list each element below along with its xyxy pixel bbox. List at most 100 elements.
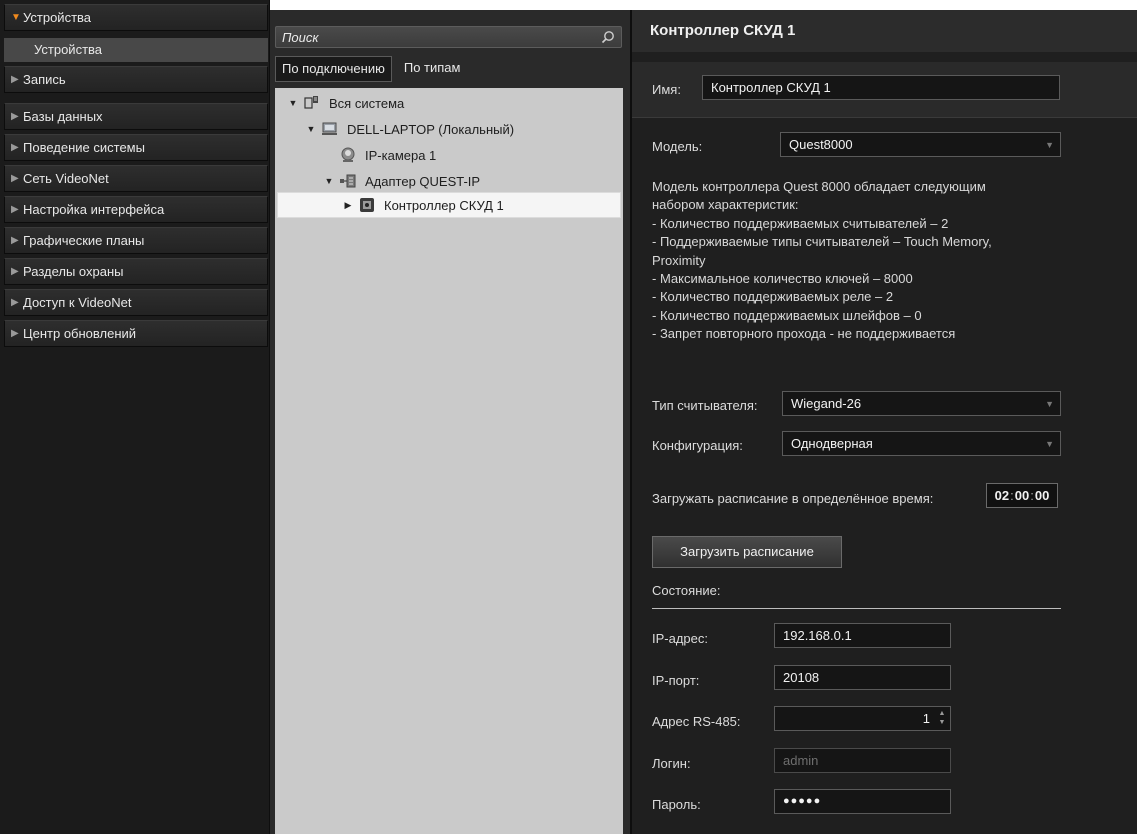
tree-item-whole-system[interactable]: ▼ Вся система — [287, 90, 405, 116]
sidebar-group-security-zones[interactable]: ▶ Разделы охраны — [4, 258, 268, 285]
settings-sidebar: ▼ Устройства Устройства ▶ Запись ▶ Базы … — [0, 0, 270, 834]
sidebar-group-graphic-plans[interactable]: ▶ Графические планы — [4, 227, 268, 254]
device-tree: ▼ Вся система ▼ DELL-LAPTOP (Локальный) — [275, 88, 623, 834]
sidebar-group-label: Центр обновлений — [23, 326, 137, 341]
time-seconds[interactable]: 00 — [1035, 488, 1049, 503]
model-select[interactable]: Quest8000 ▼ — [780, 132, 1061, 157]
expanded-toggle-icon[interactable]: ▼ — [323, 176, 335, 186]
reader-type-select-value: Wiegand-26 — [791, 396, 862, 411]
dropdown-arrow-icon: ▼ — [1045, 399, 1054, 409]
collapsed-arrow-icon: ▶ — [11, 111, 19, 122]
description-line: Модель контроллера Quest 8000 обладает с… — [652, 179, 986, 194]
tree-item-label: Адаптер QUEST-IP — [365, 173, 481, 189]
rs485-address-label: Адрес RS-485: — [652, 714, 741, 729]
tree-item-computer[interactable]: ▼ DELL-LAPTOP (Локальный) — [305, 116, 515, 142]
sidebar-group-label: Доступ к VideoNet — [23, 295, 132, 310]
sidebar-group-recording[interactable]: ▶ Запись — [4, 66, 268, 93]
ip-address-label: IP-адрес: — [652, 631, 708, 646]
tree-item-label: DELL-LAPTOP (Локальный) — [347, 121, 515, 137]
description-line: - Поддерживаемые типы считывателей – Tou… — [652, 234, 992, 250]
configuration-select[interactable]: Однодверная ▼ — [782, 431, 1061, 456]
computer-icon — [322, 122, 337, 135]
load-schedule-button[interactable]: Загрузить расписание — [652, 536, 842, 568]
sidebar-group-system-behavior[interactable]: ▶ Поведение системы — [4, 134, 268, 161]
sidebar-group-videonet-access[interactable]: ▶ Доступ к VideoNet — [4, 289, 268, 316]
sidebar-group-databases[interactable]: ▶ Базы данных — [4, 103, 268, 130]
schedule-time-input[interactable]: 02 : 00 : 00 — [986, 483, 1058, 508]
time-minutes[interactable]: 00 — [1015, 488, 1029, 503]
login-input[interactable] — [774, 748, 951, 773]
tree-item-label: IP-камера 1 — [365, 147, 437, 163]
collapsed-arrow-icon: ▶ — [11, 266, 19, 277]
name-input[interactable] — [702, 75, 1060, 100]
sidebar-group-devices[interactable]: ▼ Устройства — [4, 4, 268, 31]
time-separator: : — [1010, 488, 1014, 503]
sidebar-group-interface-settings[interactable]: ▶ Настройка интерфейса — [4, 196, 268, 223]
system-icon — [304, 96, 318, 109]
ip-address-input[interactable] — [774, 623, 951, 648]
spin-arrows-icon[interactable]: ▲ ▼ — [937, 709, 947, 727]
search-input[interactable] — [276, 27, 596, 47]
ip-port-input[interactable] — [774, 665, 951, 690]
expanded-toggle-icon[interactable]: ▼ — [287, 98, 299, 108]
expanded-toggle-icon[interactable]: ▼ — [305, 124, 317, 134]
sidebar-group-label: Графические планы — [23, 233, 145, 248]
controller-icon — [360, 198, 374, 212]
schedule-time-label: Загружать расписание в определённое врем… — [652, 491, 934, 506]
tree-item-controller[interactable]: ▶ Контроллер СКУД 1 — [277, 192, 621, 218]
dropdown-arrow-icon: ▼ — [1045, 439, 1054, 449]
dropdown-arrow-icon: ▼ — [1045, 140, 1054, 150]
state-divider — [652, 608, 1061, 609]
sidebar-subitem-devices[interactable]: Устройства — [4, 38, 268, 62]
description-line: - Количество поддерживаемых шлейфов – 0 — [652, 307, 922, 323]
top-strip — [270, 0, 1137, 10]
collapsed-arrow-icon: ▶ — [11, 297, 19, 308]
description-line: Proximity — [652, 252, 706, 268]
rs485-address-stepper[interactable]: 1 ▲ ▼ — [774, 706, 951, 731]
reader-type-select[interactable]: Wiegand-26 ▼ — [782, 391, 1061, 416]
tree-item-ip-camera[interactable]: IP-камера 1 — [323, 142, 436, 168]
collapsed-arrow-icon: ▶ — [11, 74, 19, 85]
state-label: Состояние: — [652, 583, 721, 598]
collapsed-arrow-icon: ▶ — [11, 204, 19, 215]
expanded-arrow-icon: ▼ — [11, 12, 21, 23]
properties-title: Контроллер СКУД 1 — [632, 10, 1137, 52]
sidebar-group-label: Сеть VideoNet — [23, 171, 109, 186]
description-line: - Количество поддерживаемых реле – 2 — [652, 289, 894, 305]
tab-by-connection[interactable]: По подключению — [275, 56, 392, 82]
model-label: Модель: — [652, 139, 703, 154]
reader-type-label: Тип считывателя: — [652, 398, 758, 413]
description-line: - Максимальное количество ключей – 8000 — [652, 271, 913, 287]
description-line: набором характеристик: — [652, 197, 799, 213]
tree-item-adapter[interactable]: ▼ Адаптер QUEST-IP — [323, 168, 481, 194]
tab-by-type[interactable]: По типам — [392, 56, 467, 82]
password-input[interactable]: ●●●●● — [774, 789, 951, 814]
camera-icon — [341, 147, 355, 162]
password-label: Пароль: — [652, 797, 701, 812]
time-separator: : — [1030, 488, 1034, 503]
collapsed-arrow-icon: ▶ — [11, 235, 19, 246]
name-label: Имя: — [652, 82, 681, 97]
view-tabs: По подключению По типам — [275, 56, 466, 82]
rs485-address-value: 1 — [922, 711, 930, 726]
sidebar-group-label: Базы данных — [23, 109, 103, 124]
configuration-select-value: Однодверная — [791, 436, 873, 451]
model-select-value: Quest8000 — [789, 137, 853, 152]
collapsed-toggle-icon[interactable]: ▶ — [342, 200, 354, 211]
ip-port-label: IP-порт: — [652, 673, 700, 688]
configuration-label: Конфигурация: — [652, 438, 743, 453]
sidebar-group-label: Устройства — [23, 10, 92, 25]
sidebar-group-videonet-network[interactable]: ▶ Сеть VideoNet — [4, 165, 268, 192]
sidebar-group-label: Разделы охраны — [23, 264, 124, 279]
tree-item-label: Контроллер СКУД 1 — [384, 197, 504, 213]
time-hours[interactable]: 02 — [995, 488, 1009, 503]
sidebar-group-label: Настройка интерфейса — [23, 202, 165, 217]
device-tree-panel: По подключению По типам ▼ Вся система ▼ … — [270, 10, 630, 834]
search-icon[interactable] — [601, 30, 615, 44]
sidebar-group-update-center[interactable]: ▶ Центр обновлений — [4, 320, 268, 347]
collapsed-arrow-icon: ▶ — [11, 173, 19, 184]
collapsed-arrow-icon: ▶ — [11, 142, 19, 153]
model-description: Модель контроллера Quest 8000 обладает с… — [652, 178, 1072, 344]
description-line: - Запрет повторного прохода - не поддерж… — [652, 326, 956, 342]
sidebar-group-label: Запись — [23, 72, 66, 87]
